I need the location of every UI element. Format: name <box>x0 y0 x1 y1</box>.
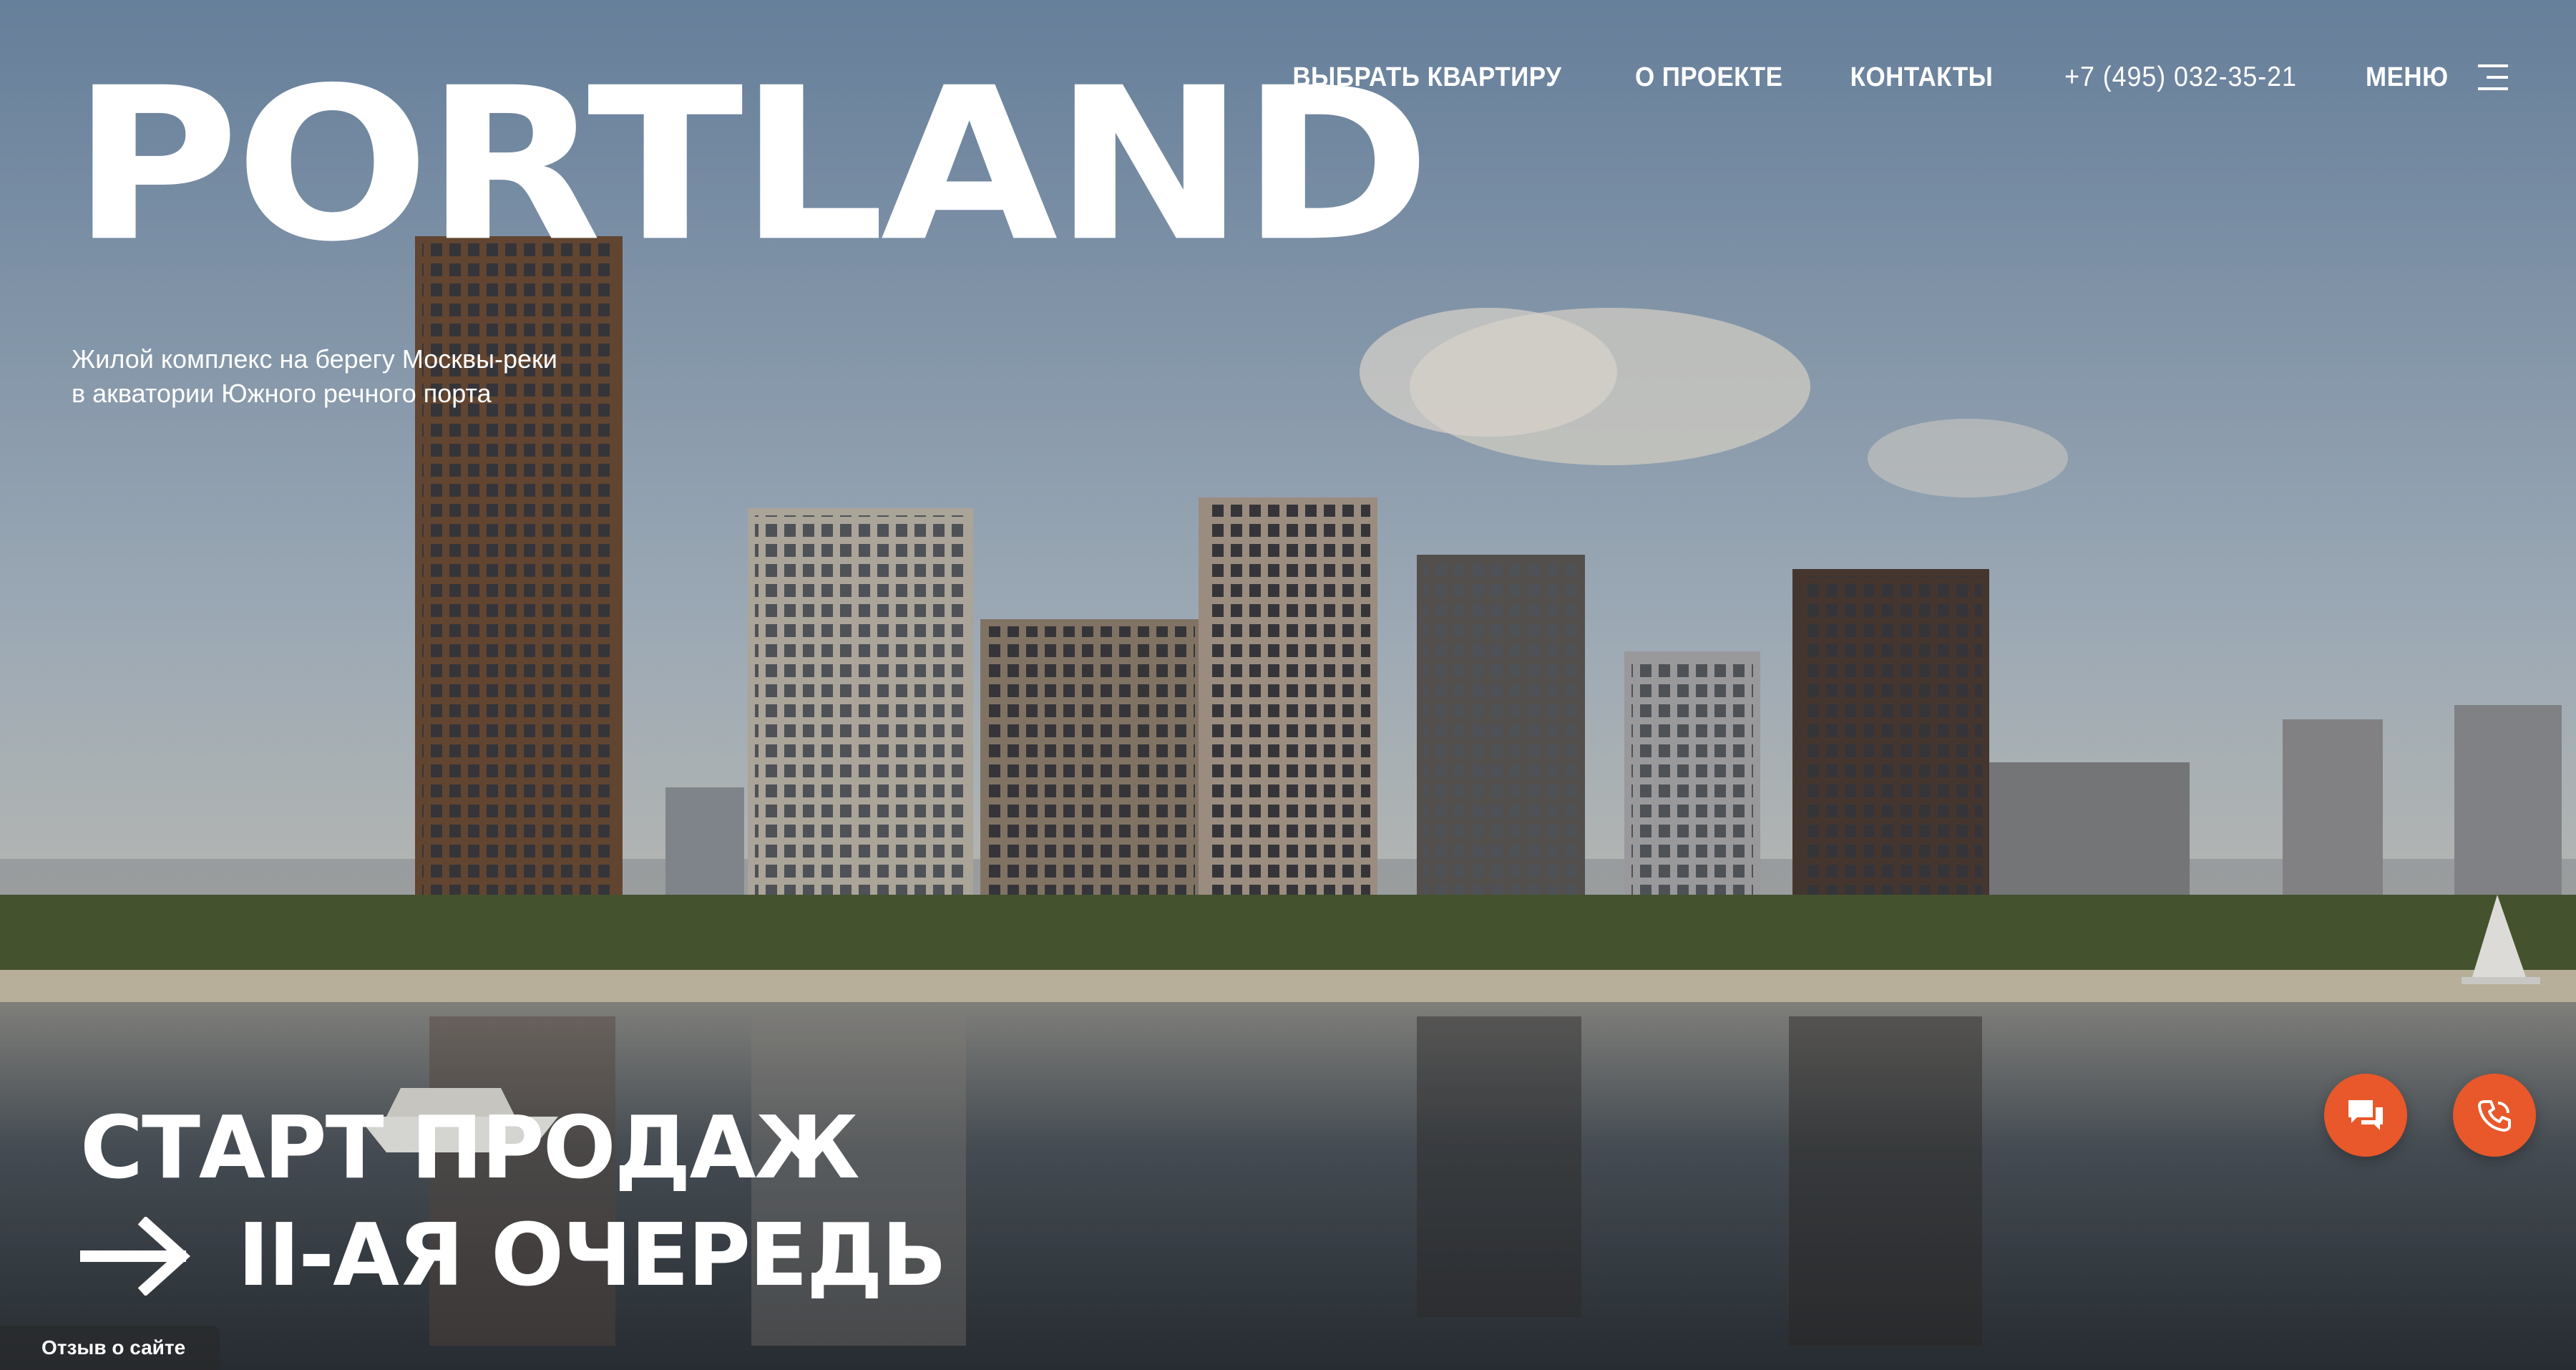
nav-choose-apartment[interactable]: ВЫБРАТЬ КВАРТИРУ <box>1292 62 1561 93</box>
call-button[interactable] <box>2453 1074 2536 1157</box>
phone-icon <box>2478 1100 2511 1132</box>
main-nav: ВЫБРАТЬ КВАРТИРУ О ПРОЕКТЕ КОНТАКТЫ +7 (… <box>1281 62 2508 93</box>
arrow-right-icon <box>80 1217 190 1296</box>
chat-button[interactable] <box>2324 1074 2407 1157</box>
feedback-tab[interactable]: Отзыв о сайте <box>0 1326 220 1370</box>
menu-label[interactable]: МЕНЮ <box>2366 62 2449 93</box>
cta-line-2-row[interactable]: II-АЯ ОЧЕРЕДЬ <box>80 1203 947 1310</box>
hamburger-icon[interactable] <box>2477 64 2508 90</box>
nav-contacts[interactable]: КОНТАКТЫ <box>1850 62 1994 93</box>
cta-line-2: II-АЯ ОЧЕРЕДЬ <box>238 1206 947 1306</box>
menu-button[interactable]: МЕНЮ <box>2362 62 2508 93</box>
nav-phone-link[interactable]: +7 (495) 032-35-21 <box>2064 62 2297 93</box>
site-logo[interactable]: PORTLAND <box>72 60 1431 271</box>
nav-about[interactable]: О ПРОЕКТЕ <box>1635 62 1782 93</box>
hero-section: PORTLAND ВЫБРАТЬ КВАРТИРУ О ПРОЕКТЕ КОНТ… <box>0 0 2576 1370</box>
sales-start-cta[interactable]: СТАРТ ПРОДАЖ II-АЯ ОЧЕРЕДЬ <box>80 1095 947 1310</box>
cta-line-1: СТАРТ ПРОДАЖ <box>80 1099 859 1198</box>
hero-tagline: Жилой комплекс на берегу Москвы-реки в а… <box>72 344 557 408</box>
chat-bubbles-icon <box>2348 1100 2383 1130</box>
